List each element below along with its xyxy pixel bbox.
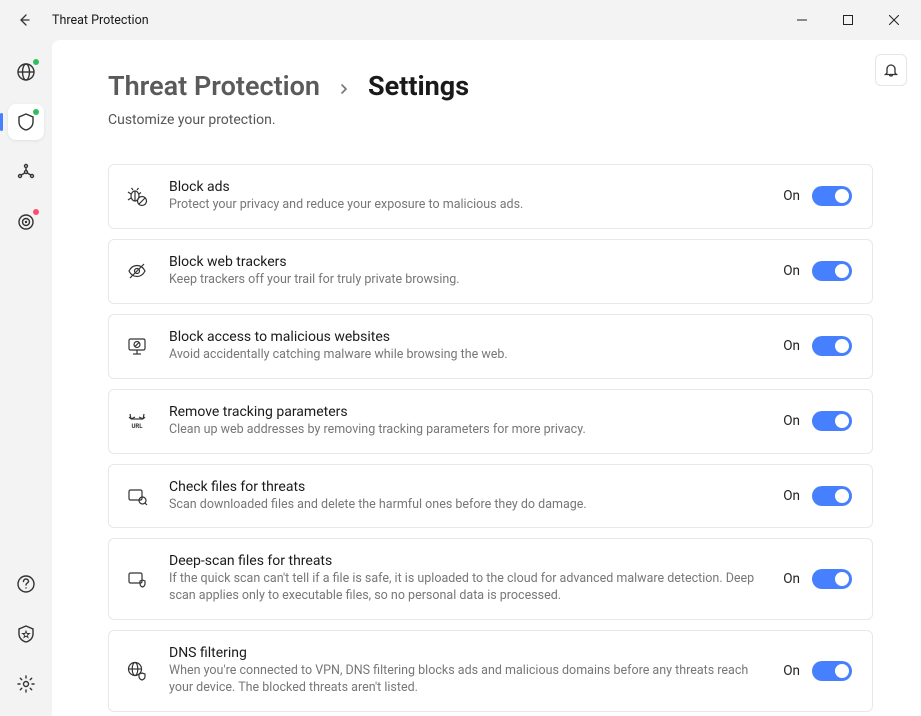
bell-icon [883,62,899,78]
close-icon [889,15,899,25]
window-controls [779,4,917,36]
toggle-block-trackers[interactable] [812,261,852,281]
setting-title: Block access to malicious websites [169,329,763,345]
eye-off-icon [125,259,149,283]
setting-title: Check files for threats [169,479,763,495]
toggle-state-label: On [783,263,800,279]
toggle-block-ads[interactable] [812,186,852,206]
url-clean-icon: URL [125,409,149,433]
toggle-check-files[interactable] [812,486,852,506]
setting-check-files: Check files for threats Scan downloaded … [108,464,873,529]
sidebar-item-mesh[interactable] [8,154,44,190]
setting-desc: Clean up web addresses by removing track… [169,422,763,439]
minimize-icon [797,15,807,25]
window-maximize-button[interactable] [825,4,871,36]
status-dot [33,59,39,65]
setting-desc: If the quick scan can't tell if a file i… [169,571,763,605]
arrow-left-icon [16,12,32,28]
mesh-icon [16,162,36,182]
shield-icon [16,112,36,132]
toggle-block-malicious-websites[interactable] [812,336,852,356]
setting-dns-filtering: DNS filtering When you're connected to V… [108,630,873,712]
toggle-state-label: On [783,663,800,679]
setting-title: Block web trackers [169,254,763,270]
sidebar [0,40,52,716]
page-subtitle: Customize your protection. [108,112,873,128]
toggle-state-label: On [783,413,800,429]
shield-star-icon [16,624,36,644]
toggle-state-label: On [783,188,800,204]
titlebar: Threat Protection [0,0,921,40]
setting-block-ads: Block ads Protect your privacy and reduc… [108,164,873,229]
svg-text:URL: URL [131,423,143,430]
toggle-state-label: On [783,571,800,587]
toggle-state-label: On [783,338,800,354]
toggle-deep-scan[interactable] [812,569,852,589]
setting-remove-tracking-params: URL Remove tracking parameters Clean up … [108,389,873,454]
help-icon [16,574,36,594]
toggle-dns-filtering[interactable] [812,661,852,681]
monitor-block-icon [125,334,149,358]
toggle-remove-tracking-params[interactable] [812,411,852,431]
breadcrumb-current: Settings [368,70,469,102]
setting-title: Deep-scan files for threats [169,553,763,569]
sidebar-item-settings[interactable] [8,666,44,702]
setting-deep-scan: Deep-scan files for threats If the quick… [108,538,873,620]
breadcrumb-parent[interactable]: Threat Protection [108,70,320,102]
back-button[interactable] [8,4,40,36]
setting-title: DNS filtering [169,645,763,661]
setting-block-malicious-websites: Block access to malicious websites Avoid… [108,314,873,379]
sidebar-item-shield[interactable] [8,104,44,140]
sidebar-item-globe[interactable] [8,54,44,90]
settings-list: Block ads Protect your privacy and reduc… [108,164,873,712]
target-icon [16,212,36,232]
bug-block-icon [125,184,149,208]
breadcrumb: Threat Protection Settings [108,70,873,102]
setting-title: Block ads [169,179,763,195]
notifications-button[interactable] [875,54,907,86]
dns-filter-icon [125,659,149,683]
setting-desc: Keep trackers off your trail for truly p… [169,272,763,289]
status-dot [33,209,39,215]
window-close-button[interactable] [871,4,917,36]
setting-desc: Scan downloaded files and delete the har… [169,497,763,514]
content: Threat Protection Settings Customize you… [52,40,921,716]
window-title: Threat Protection [52,13,779,28]
setting-desc: When you're connected to VPN, DNS filter… [169,663,763,697]
gear-icon [16,674,36,694]
setting-desc: Avoid accidentally catching malware whil… [169,347,763,364]
sidebar-item-target[interactable] [8,204,44,240]
window-minimize-button[interactable] [779,4,825,36]
status-dot [33,109,39,115]
sidebar-item-help[interactable] [8,566,44,602]
sidebar-item-shield-star[interactable] [8,616,44,652]
maximize-icon [843,15,853,25]
chevron-right-icon [338,79,350,100]
setting-desc: Protect your privacy and reduce your exp… [169,197,763,214]
file-deep-scan-icon [125,567,149,591]
globe-icon [16,62,36,82]
file-scan-icon [125,484,149,508]
toggle-state-label: On [783,488,800,504]
setting-block-trackers: Block web trackers Keep trackers off you… [108,239,873,304]
setting-title: Remove tracking parameters [169,404,763,420]
